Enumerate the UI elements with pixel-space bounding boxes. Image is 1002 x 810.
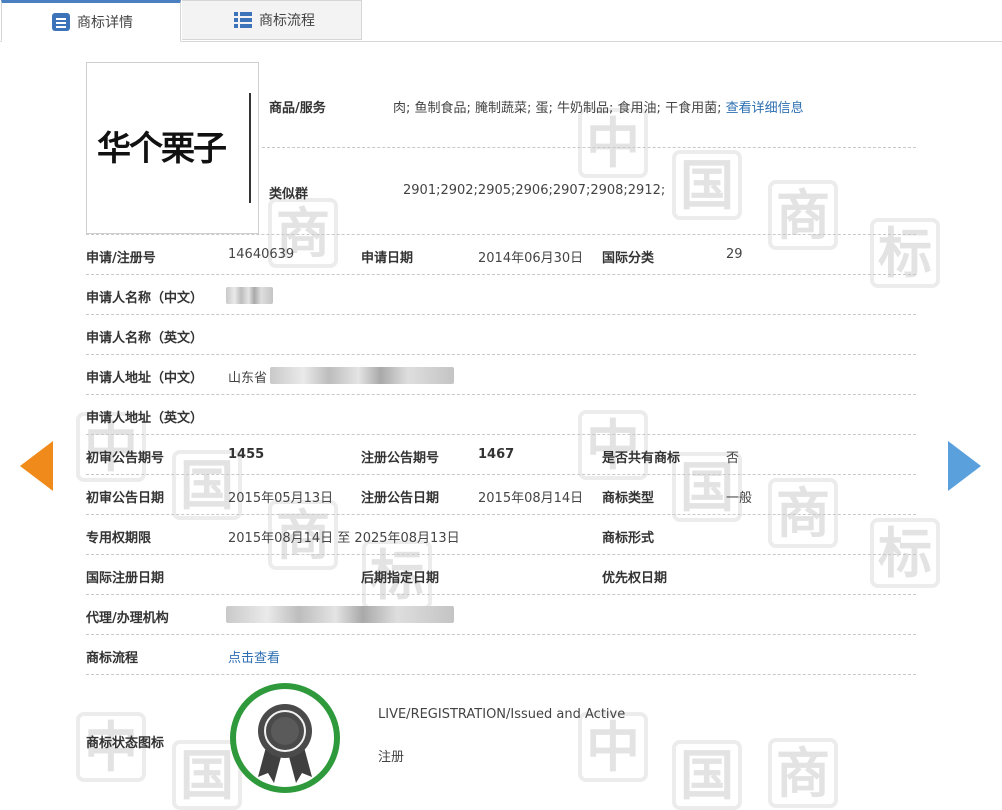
prelim-date-value: 2015年05月13日 [228, 491, 334, 506]
exclusive-label: 专用权期限 [86, 531, 152, 546]
status-icon-label: 商标状态图标 [86, 736, 165, 751]
divider [86, 514, 916, 515]
divider [86, 674, 916, 675]
prelim-date-label: 初审公告日期 [86, 491, 165, 506]
applicant-cn-label: 申请人名称（中文） [86, 291, 204, 306]
divider [86, 314, 916, 315]
reg-pub-no-label: 注册公告期号 [361, 451, 440, 466]
tm-form-label: 商标形式 [602, 531, 655, 546]
divider [262, 147, 916, 148]
divider [86, 434, 916, 435]
detail-panel: 商品/服务 肉; 鱼制食品; 腌制蔬菜; 蛋; 牛奶制品; 食用油; 干食用菌;… [0, 0, 1002, 802]
priority-date-label: 优先权日期 [602, 571, 668, 586]
status-cn: 注册 [378, 750, 405, 765]
shared-value: 否 [726, 451, 740, 466]
app-date-value: 2014年06月30日 [478, 251, 584, 266]
divider [86, 634, 916, 635]
address-en-label: 申请人地址（英文） [86, 411, 204, 426]
similar-group-value: 2901;2902;2905;2906;2907;2908;2912; [403, 183, 666, 198]
later-date-label: 后期指定日期 [361, 571, 440, 586]
app-date-label: 申请日期 [361, 251, 414, 266]
intl-class-label: 国际分类 [602, 251, 655, 266]
tm-type-label: 商标类型 [602, 491, 655, 506]
prelim-no-value: 1455 [228, 447, 265, 462]
reg-pub-date-value: 2015年08月14日 [478, 491, 584, 506]
intl-class-value: 29 [726, 247, 743, 262]
exclusive-value: 2015年08月14日 至 2025年08月13日 [228, 531, 460, 546]
previous-arrow-icon[interactable] [20, 441, 53, 491]
agent-label: 代理/办理机构 [86, 611, 169, 626]
applicant-cn-redacted [226, 287, 273, 304]
divider [86, 274, 916, 275]
status-en: LIVE/REGISTRATION/Issued and Active [378, 707, 626, 722]
applicant-en-label: 申请人名称（英文） [86, 331, 204, 346]
divider [86, 594, 916, 595]
goods-value: 肉; 鱼制食品; 腌制蔬菜; 蛋; 牛奶制品; 食用油; 干食用菌; 查看详细信… [393, 97, 804, 116]
flow-label: 商标流程 [86, 651, 139, 666]
reg-pub-date-label: 注册公告日期 [361, 491, 440, 506]
similar-group-label: 类似群 [269, 187, 309, 202]
divider [86, 354, 916, 355]
next-arrow-icon[interactable] [948, 441, 981, 491]
reg-no-label: 申请/注册号 [86, 251, 156, 266]
view-details-link[interactable]: 查看详细信息 [726, 101, 804, 116]
reg-no-value: 14640639 [228, 247, 295, 262]
goods-text: 肉; 鱼制食品; 腌制蔬菜; 蛋; 牛奶制品; 食用油; 干食用菌; [393, 101, 722, 116]
shared-label: 是否共有商标 [602, 451, 681, 466]
address-cn-value: 山东省 [228, 371, 268, 386]
address-cn-label: 申请人地址（中文） [86, 371, 204, 386]
divider [86, 554, 916, 555]
goods-label: 商品/服务 [269, 101, 326, 116]
divider [86, 474, 916, 475]
address-cn-redacted [270, 367, 454, 384]
agent-redacted [226, 606, 454, 623]
reg-pub-no-value: 1467 [478, 447, 515, 462]
divider [86, 234, 916, 235]
prelim-no-label: 初审公告期号 [86, 451, 165, 466]
click-view-link[interactable]: 点击查看 [228, 647, 280, 666]
intl-reg-date-label: 国际注册日期 [86, 571, 165, 586]
tm-type-value: 一般 [726, 491, 753, 506]
divider [86, 394, 916, 395]
